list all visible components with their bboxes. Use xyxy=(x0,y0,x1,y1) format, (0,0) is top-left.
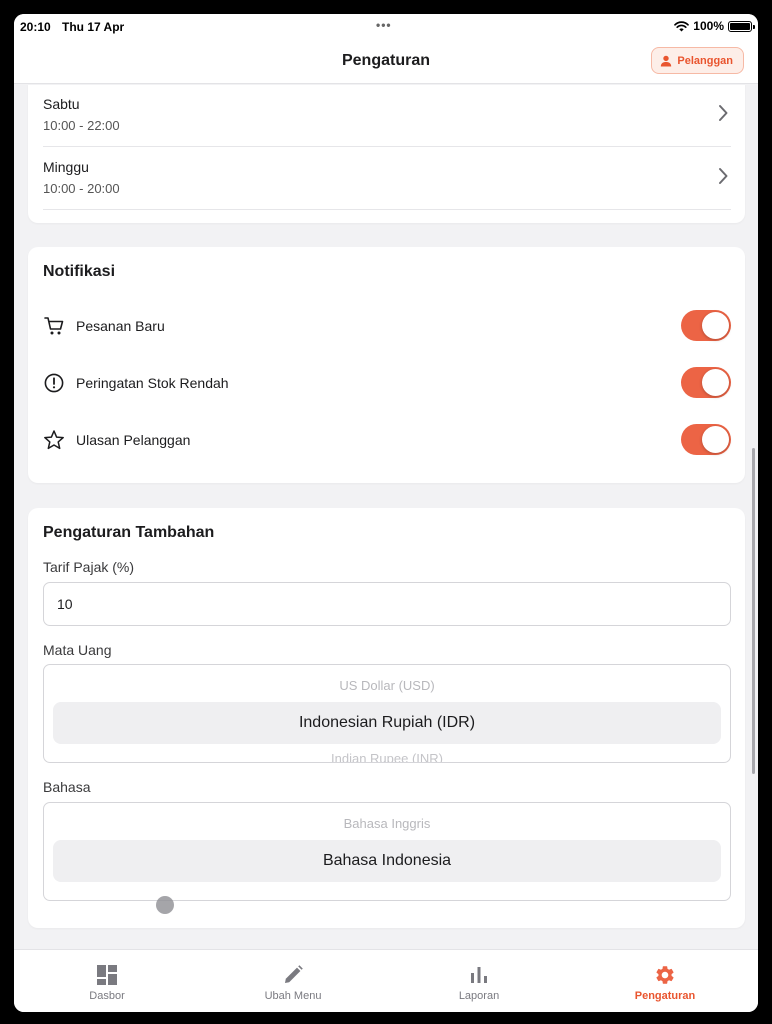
tab-dashboard[interactable]: Dasbor xyxy=(14,950,200,1012)
dashboard-icon xyxy=(97,965,117,985)
gear-icon xyxy=(656,966,674,984)
customer-reviews-toggle[interactable] xyxy=(681,424,731,455)
navigation-bar: Pengaturan Pelanggan xyxy=(14,40,758,84)
currency-label: Mata Uang xyxy=(43,642,112,658)
notifications-title: Notifikasi xyxy=(43,263,116,280)
hours-time: 10:00 - 22:00 xyxy=(43,118,120,133)
wifi-icon xyxy=(674,20,690,31)
hours-row-sunday[interactable]: Minggu 10:00 - 20:00 xyxy=(43,148,731,210)
hours-day: Minggu xyxy=(43,159,89,175)
status-indicators: 100% xyxy=(674,19,755,33)
scroll-indicator[interactable] xyxy=(752,448,755,774)
notification-row-new-orders: Pesanan Baru xyxy=(43,306,731,346)
tax-rate-input[interactable] xyxy=(43,582,731,626)
notification-label: Pesanan Baru xyxy=(76,318,165,334)
hours-day: Sabtu xyxy=(43,96,80,112)
app-window: 20:10 Thu 17 Apr ••• 100% Pengaturan Pel… xyxy=(14,14,758,1012)
alert-circle-icon xyxy=(44,373,64,393)
cart-icon xyxy=(44,317,64,335)
status-time: 20:10 xyxy=(20,20,51,34)
picker-option[interactable]: US Dollar (USD) xyxy=(44,678,730,693)
opening-hours-card: Sabtu 10:00 - 22:00 Minggu 10:00 - 20:00 xyxy=(28,85,745,223)
notification-row-low-stock: Peringatan Stok Rendah xyxy=(43,363,731,403)
star-icon xyxy=(44,430,64,450)
status-bar: 20:10 Thu 17 Apr ••• 100% xyxy=(14,14,758,40)
tax-rate-label: Tarif Pajak (%) xyxy=(43,559,135,575)
tab-label: Pengaturan xyxy=(634,990,696,1002)
status-date: Thu 17 Apr xyxy=(62,20,125,34)
tab-label: Laporan xyxy=(458,990,500,1002)
picker-option[interactable]: Indian Rupee (INR) xyxy=(44,751,730,762)
notification-label: Peringatan Stok Rendah xyxy=(76,375,229,391)
chevron-right-icon xyxy=(719,168,728,184)
picker-selected-option[interactable]: Indonesian Rupiah (IDR) xyxy=(53,702,721,744)
role-switch-button[interactable]: Pelanggan xyxy=(651,47,744,74)
low-stock-toggle[interactable] xyxy=(681,367,731,398)
role-label: Pelanggan xyxy=(677,54,733,67)
pencil-icon xyxy=(285,965,303,983)
hours-row-saturday[interactable]: Sabtu 10:00 - 22:00 xyxy=(43,85,731,147)
tab-label: Ubah Menu xyxy=(264,990,322,1002)
battery-icon xyxy=(728,20,755,32)
tab-label: Dasbor xyxy=(89,990,125,1002)
tab-settings[interactable]: Pengaturan xyxy=(572,950,758,1012)
language-label: Bahasa xyxy=(43,779,91,795)
picker-option[interactable]: Bahasa Inggris xyxy=(44,816,730,831)
person-icon xyxy=(661,55,672,66)
chevron-right-icon xyxy=(719,105,728,121)
notification-row-reviews: Ulasan Pelanggan xyxy=(43,420,731,460)
additional-settings-title: Pengaturan Tambahan xyxy=(43,524,215,541)
notification-label: Ulasan Pelanggan xyxy=(76,432,191,448)
tab-reports[interactable]: Laporan xyxy=(386,950,572,1012)
additional-settings-card: Pengaturan Tambahan Tarif Pajak (%) Mata… xyxy=(28,508,745,928)
language-picker[interactable]: Bahasa Inggris Bahasa Indonesia xyxy=(43,802,731,901)
battery-percentage: 100% xyxy=(693,19,724,33)
tab-edit-menu[interactable]: Ubah Menu xyxy=(200,950,386,1012)
multitasking-dots-icon[interactable]: ••• xyxy=(376,18,392,32)
currency-picker[interactable]: US Dollar (USD) Indonesian Rupiah (IDR) … xyxy=(43,664,731,763)
picker-selected-option[interactable]: Bahasa Indonesia xyxy=(53,840,721,882)
new-orders-toggle[interactable] xyxy=(681,310,731,341)
tab-bar: Dasbor Ubah Menu Laporan Pengaturan xyxy=(14,949,758,1012)
settings-scroll-view[interactable]: Sabtu 10:00 - 22:00 Minggu 10:00 - 20:00… xyxy=(14,85,758,949)
bar-chart-icon xyxy=(471,967,487,983)
touch-indicator xyxy=(156,896,174,914)
notifications-card: Notifikasi Pesanan Baru Peringatan Stok … xyxy=(28,247,745,483)
page-title: Pengaturan xyxy=(341,52,430,69)
hours-time: 10:00 - 20:00 xyxy=(43,181,120,196)
